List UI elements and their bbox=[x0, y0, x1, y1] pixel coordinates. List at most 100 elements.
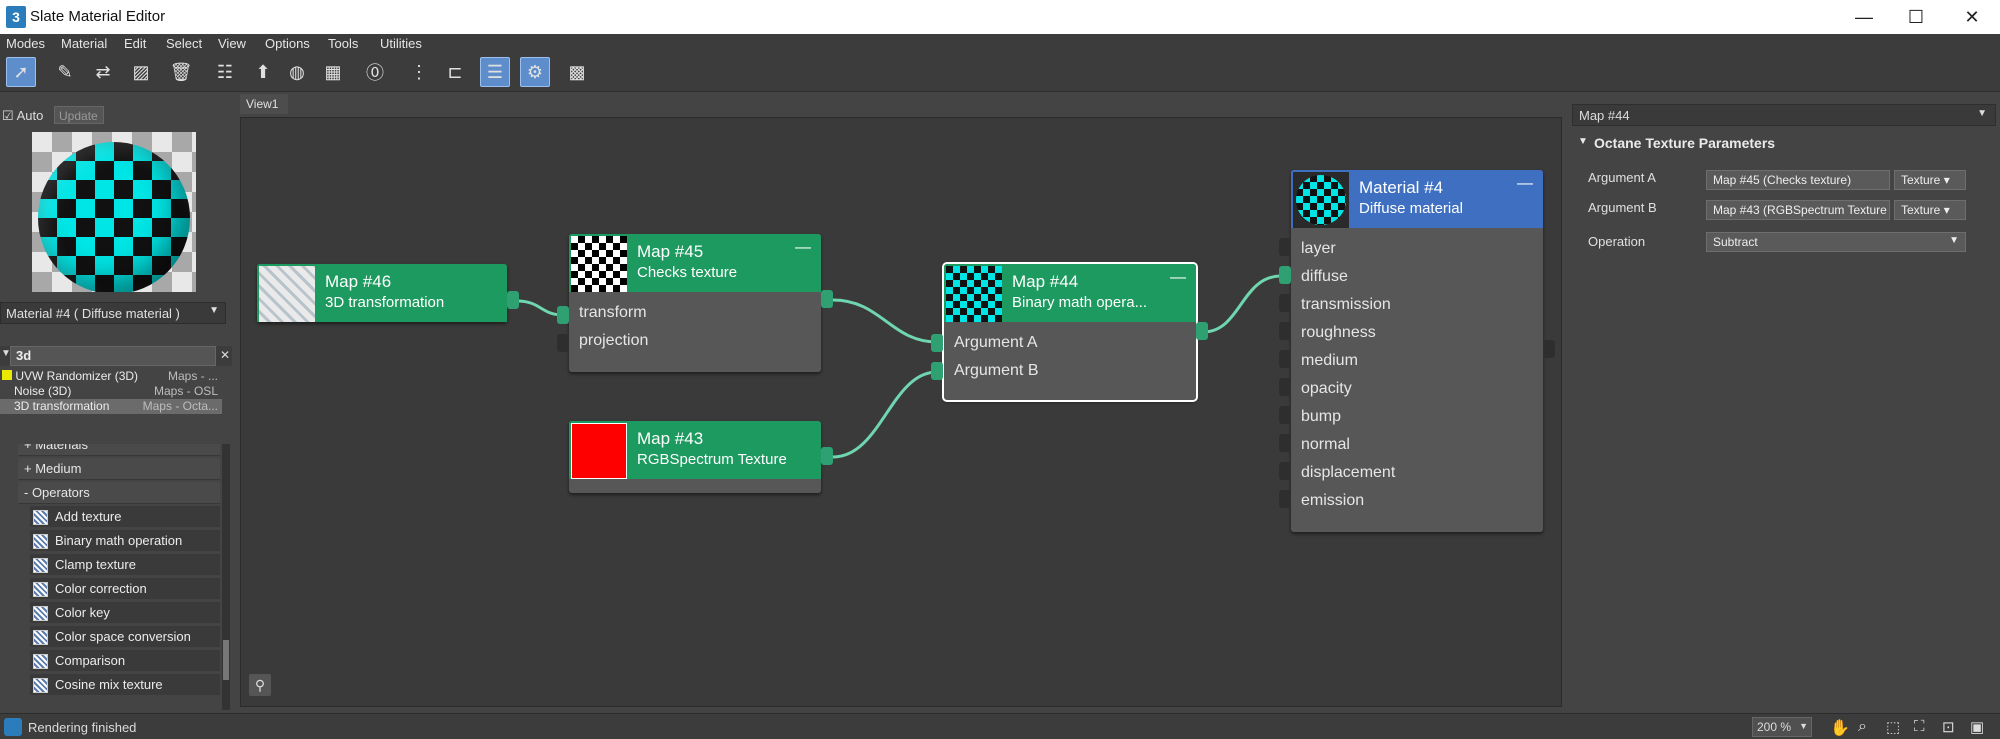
layout-icon[interactable]: ☷ bbox=[210, 57, 240, 87]
list-item[interactable]: Noise (3D) Maps - OSL bbox=[0, 384, 222, 399]
zoom-icon[interactable]: ⌕ bbox=[1858, 718, 1867, 736]
show-shaded-icon[interactable]: ◍ bbox=[282, 57, 312, 87]
auto-checkbox[interactable]: ☑ Auto bbox=[2, 108, 43, 124]
map-icon bbox=[33, 630, 48, 645]
delete-icon[interactable]: 🗑 bbox=[166, 57, 196, 87]
search-input[interactable]: 3d bbox=[10, 346, 216, 366]
node-thumbnail bbox=[571, 236, 627, 292]
input-pin[interactable] bbox=[1279, 322, 1291, 340]
pan-icon[interactable]: ✋ bbox=[1830, 718, 1850, 738]
menu-utilities[interactable]: Utilities bbox=[380, 36, 422, 51]
group-medium[interactable]: + Medium bbox=[18, 458, 220, 480]
node-material4[interactable]: Material #4 Diffuse material — layer dif… bbox=[1291, 170, 1543, 532]
binoculars-icon[interactable]: ⚲ bbox=[249, 674, 271, 696]
node-map44[interactable]: Map #44 Binary math opera... — Argument … bbox=[942, 262, 1198, 402]
collapse-icon[interactable]: — bbox=[795, 239, 811, 257]
node-view[interactable]: Map #46 3D transformation Map #45 Checks… bbox=[240, 117, 1562, 707]
node-map45[interactable]: Map #45 Checks texture — transform proje… bbox=[569, 234, 821, 372]
show-end-result-icon[interactable]: ⓪ bbox=[360, 57, 390, 87]
input-pin[interactable] bbox=[931, 362, 943, 380]
maximize-button[interactable]: ☐ bbox=[1896, 4, 1936, 30]
tree-item[interactable]: Cosine mix texture bbox=[30, 674, 220, 696]
output-pin[interactable] bbox=[821, 447, 833, 465]
collapse-icon[interactable]: — bbox=[1517, 175, 1533, 193]
navigator-icon[interactable]: ☰ bbox=[480, 57, 510, 87]
rollout-octane-texture-parameters[interactable]: ▼ Octane Texture Parameters bbox=[1572, 132, 1996, 156]
tree-item[interactable]: Clamp texture bbox=[30, 554, 220, 576]
zoom-region-icon[interactable]: ⬚ bbox=[1886, 718, 1900, 736]
argument-a-map-button[interactable]: Map #45 (Checks texture) bbox=[1706, 170, 1890, 190]
node-map43[interactable]: Map #43 RGBSpectrum Texture bbox=[569, 421, 821, 493]
hierarchy-icon[interactable]: ⊏ bbox=[440, 57, 470, 87]
material-preview bbox=[32, 132, 196, 292]
assign-material-icon[interactable]: ⇄ bbox=[88, 57, 118, 87]
nav-tree-icon[interactable]: ⋮ bbox=[404, 57, 434, 87]
node-map46[interactable]: Map #46 3D transformation bbox=[257, 264, 507, 322]
zoom-extents-icon[interactable]: ⛶ bbox=[1914, 718, 1925, 735]
tree-item[interactable]: Color key bbox=[30, 602, 220, 624]
scrollbar[interactable] bbox=[222, 444, 230, 710]
argument-b-map-button[interactable]: Map #43 (RGBSpectrum Texture bbox=[1706, 200, 1890, 220]
select-tool-icon[interactable]: ➚ bbox=[6, 57, 36, 87]
menu-edit[interactable]: Edit bbox=[124, 36, 146, 51]
menu-options[interactable]: Options bbox=[265, 36, 310, 51]
output-pin[interactable] bbox=[1196, 322, 1208, 340]
menu-select[interactable]: Select bbox=[166, 36, 202, 51]
argument-b-type-select[interactable]: Texture ▾ bbox=[1894, 200, 1966, 220]
zoom-selected-icon[interactable]: ⊡ bbox=[1942, 718, 1955, 736]
argument-a-type-select[interactable]: Texture ▾ bbox=[1894, 170, 1966, 190]
port-medium: medium bbox=[1301, 352, 1358, 369]
menu-tools[interactable]: Tools bbox=[328, 36, 358, 51]
input-pin[interactable] bbox=[1279, 294, 1291, 312]
eyedropper-icon[interactable]: ✎ bbox=[50, 57, 80, 87]
tree-item[interactable]: Color correction bbox=[30, 578, 220, 600]
port-normal: normal bbox=[1301, 436, 1350, 453]
input-pin[interactable] bbox=[557, 334, 569, 352]
tab-view1[interactable]: View1 bbox=[240, 94, 288, 114]
minimize-button[interactable]: — bbox=[1844, 4, 1884, 30]
group-operators[interactable]: - Operators bbox=[18, 482, 220, 504]
input-pin[interactable] bbox=[1279, 434, 1291, 452]
tree-item[interactable]: Comparison bbox=[30, 650, 220, 672]
group-materials[interactable]: + Materials bbox=[18, 444, 220, 456]
port-projection: projection bbox=[579, 332, 649, 349]
input-pin[interactable] bbox=[1279, 462, 1291, 480]
zoom-select[interactable]: 200 % ▼ bbox=[1752, 717, 1812, 737]
collapse-icon[interactable]: — bbox=[1170, 269, 1186, 287]
input-pin[interactable] bbox=[1279, 238, 1291, 256]
show-map-icon[interactable]: ▨ bbox=[126, 57, 156, 87]
output-pin[interactable] bbox=[507, 291, 519, 309]
close-button[interactable]: ✕ bbox=[1952, 4, 1992, 30]
input-pin[interactable] bbox=[1279, 378, 1291, 396]
selected-map-header[interactable]: Map #44 ▼ bbox=[1572, 104, 1996, 126]
put-to-library-icon[interactable]: ⬆ bbox=[248, 57, 278, 87]
output-pin[interactable] bbox=[821, 290, 833, 308]
port-transform: transform bbox=[579, 304, 647, 321]
maximize-view-icon[interactable]: ▣ bbox=[1970, 718, 1984, 736]
tree-item[interactable]: Binary math operation bbox=[30, 530, 220, 552]
node-thumbnail bbox=[571, 423, 627, 479]
parameter-editor-icon[interactable]: ⚙ bbox=[520, 57, 550, 87]
input-pin[interactable] bbox=[931, 334, 943, 352]
material-selector[interactable]: Material #4 ( Diffuse material ) ▼ bbox=[0, 302, 226, 324]
output-pin[interactable] bbox=[1543, 340, 1555, 358]
input-pin[interactable] bbox=[1279, 490, 1291, 508]
list-item[interactable]: 3D transformation Maps - Octa... bbox=[0, 399, 222, 414]
operation-select[interactable]: Subtract ▼ bbox=[1706, 232, 1966, 252]
menu-view[interactable]: View bbox=[218, 36, 246, 51]
input-pin[interactable] bbox=[1279, 406, 1291, 424]
input-pin[interactable] bbox=[1279, 266, 1291, 284]
scrollbar-thumb[interactable] bbox=[223, 640, 229, 680]
menu-material[interactable]: Material bbox=[61, 36, 107, 51]
tree-item[interactable]: Add texture bbox=[30, 506, 220, 528]
tree-item[interactable]: Color space conversion bbox=[30, 626, 220, 648]
render-map-icon[interactable]: ▩ bbox=[562, 57, 592, 87]
update-button[interactable]: Update bbox=[54, 106, 104, 124]
list-item[interactable]: UVW Randomizer (3D) Maps - ... bbox=[0, 369, 222, 384]
menu-modes[interactable]: Modes bbox=[6, 36, 45, 51]
input-pin[interactable] bbox=[557, 306, 569, 324]
background-icon[interactable]: ▦ bbox=[318, 57, 348, 87]
input-pin[interactable] bbox=[1279, 350, 1291, 368]
material-browser-tree: + Materials + Medium - Operators Add tex… bbox=[0, 444, 232, 710]
clear-search-icon[interactable]: ✕ bbox=[220, 348, 230, 362]
